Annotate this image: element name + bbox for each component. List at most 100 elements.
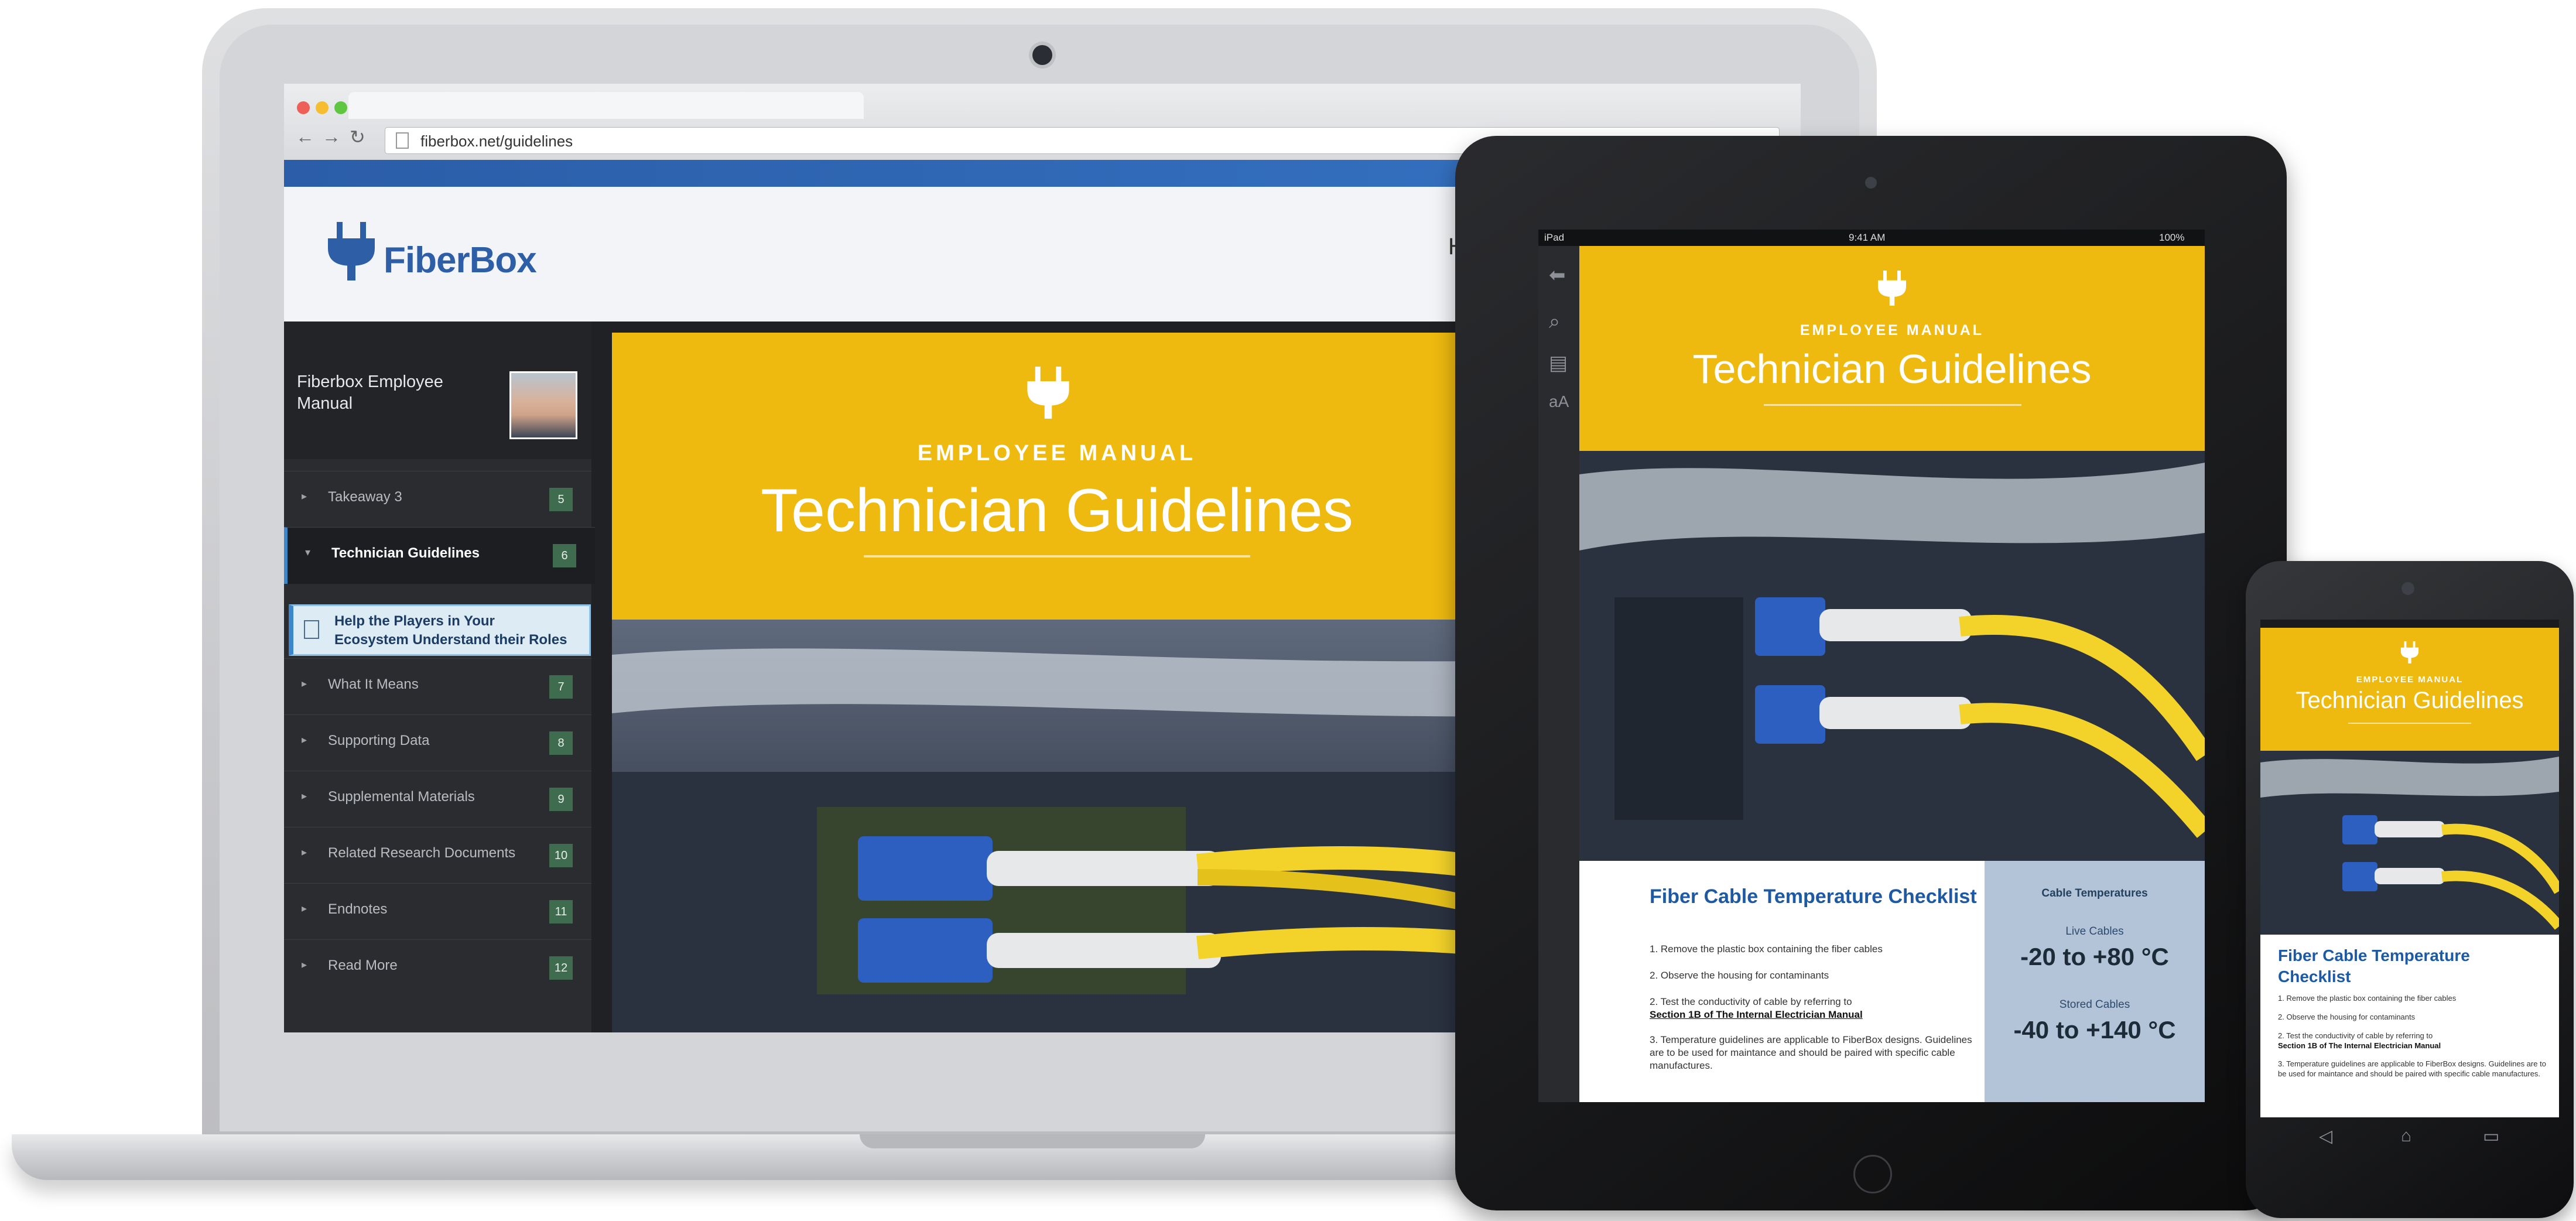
reader-toolbar: ⬅ ⌕ ▤ aA	[1538, 246, 1579, 1102]
page-number-badge: 7	[549, 675, 573, 699]
browser-tab[interactable]	[348, 92, 864, 119]
hero-kicker: EMPLOYEE MANUAL	[917, 441, 1197, 466]
tablet-hero-kicker: EMPLOYEE MANUAL	[1800, 322, 1985, 338]
close-window-button[interactable]	[297, 101, 310, 114]
phone-nav-bar: ◁ ⌂ ▭	[2260, 1126, 2559, 1150]
avatar	[509, 371, 577, 439]
tablet-hero-divider	[1764, 404, 2021, 406]
site-logo[interactable]: FiberBox	[384, 240, 537, 281]
stored-cables-label: Stored Cables	[2059, 998, 2130, 1011]
phone-hero-divider	[2348, 723, 2471, 724]
chevron-right-icon: ▸	[302, 678, 307, 689]
document-icon	[304, 620, 319, 639]
sidebar-item-label: Supporting Data	[328, 733, 430, 748]
home-icon[interactable]: ⌂	[2401, 1126, 2411, 1146]
tablet-device: iPad 9:41 AM 100% ⬅ ⌕ ▤ aA EMPLOYEE MANU…	[1455, 136, 2287, 1210]
manual-link-text[interactable]: Section 1B of The Internal Electrician M…	[2278, 1041, 2441, 1050]
phone-camera	[2401, 582, 2414, 595]
sidebar-item-label: Read More	[328, 957, 398, 973]
checklist-step: 2. Test the conductivity of cable by ref…	[1650, 996, 1852, 1007]
sidebar-item-takeaway-3[interactable]: ▸ Takeaway 3 5	[284, 471, 591, 528]
chevron-down-icon: ▾	[305, 546, 311, 558]
plug-icon	[2400, 641, 2419, 663]
checklist-step: 2. Observe the housing for contaminants	[2278, 1013, 2416, 1021]
fiber-cable-photo	[1579, 451, 2205, 861]
status-bar: iPad 9:41 AM 100%	[1538, 230, 2205, 246]
notes-icon[interactable]: ▤	[1549, 351, 1568, 375]
tablet-hero-title: Technician Guidelines	[1692, 346, 2092, 392]
phone-hero-title: Technician Guidelines	[2296, 688, 2524, 713]
laptop-notch	[860, 1134, 1205, 1148]
sidebar-subitem-label: Help the Players in Your Ecosystem Under…	[334, 613, 567, 648]
sidebar-item-supporting-data[interactable]: ▸ Supporting Data 8	[284, 714, 591, 771]
laptop-camera	[1032, 45, 1052, 65]
tablet-screen: iPad 9:41 AM 100% ⬅ ⌕ ▤ aA EMPLOYEE MANU…	[1538, 230, 2205, 1102]
back-arrow-icon[interactable]: ⬅	[1549, 264, 1566, 287]
back-arrow-icon[interactable]: ←	[296, 126, 314, 148]
sidebar-item-label: Endnotes	[328, 901, 388, 917]
phone-checklist-panel: Fiber Cable Temperature Checklist 1. Rem…	[2260, 935, 2559, 1117]
sidebar-item-label: Technician Guidelines	[331, 545, 480, 561]
maximize-window-button[interactable]	[334, 101, 347, 114]
chevron-right-icon: ▸	[302, 959, 307, 970]
page-number-badge: 9	[549, 788, 573, 811]
back-icon[interactable]: ◁	[2319, 1126, 2332, 1147]
plug-icon	[1027, 367, 1069, 419]
checklist-step: 1. Remove the plastic box containing the…	[1650, 943, 1883, 955]
sidebar-item-related-research[interactable]: ▸ Related Research Documents 10	[284, 827, 591, 884]
sidebar-item-label: What It Means	[328, 676, 419, 692]
fiber-cable-photo	[2260, 751, 2559, 935]
checklist-title: Fiber Cable Temperature Checklist	[1650, 885, 1977, 908]
checklist-title: Fiber Cable Temperature Checklist	[2278, 946, 2470, 986]
sidebar-item-technician-guidelines[interactable]: ▾ Technician Guidelines 6	[284, 527, 595, 584]
manual-link-text[interactable]: Section 1B of The Internal Electrician M…	[1650, 1009, 1863, 1020]
hero-title: Technician Guidelines	[761, 477, 1353, 545]
live-cables-value: -20 to +80 °C	[2020, 943, 2169, 970]
sidebar-item-supplemental-materials[interactable]: ▸ Supplemental Materials 9	[284, 771, 591, 827]
chevron-right-icon: ▸	[302, 902, 307, 914]
plug-icon	[1878, 271, 1906, 306]
text-size-icon[interactable]: aA	[1549, 392, 1569, 411]
recent-apps-icon[interactable]: ▭	[2483, 1126, 2499, 1147]
url-text: fiberbox.net/guidelines	[420, 132, 573, 150]
phone-device: EMPLOYEE MANUAL Technician Guidelines Fi…	[2246, 561, 2574, 1218]
forward-arrow-icon[interactable]: →	[322, 126, 341, 148]
page-number-badge: 6	[553, 544, 576, 567]
sidebar-subitem-active[interactable]: Help the Players in Your Ecosystem Under…	[289, 604, 591, 656]
plug-icon	[328, 222, 375, 281]
page-number-badge: 5	[549, 488, 573, 511]
checklist-link[interactable]: Section 1B of The Internal Electrician M…	[2278, 1041, 2547, 1051]
checklist-step: 3. Temperature guidelines are applicable…	[2278, 1059, 2546, 1078]
sidebar-item-endnotes[interactable]: ▸ Endnotes 11	[284, 883, 591, 940]
checklist-step: 2. Observe the housing for contaminants	[1650, 970, 1829, 981]
page-number-badge: 11	[549, 900, 573, 924]
tablet-home-button[interactable]	[1853, 1155, 1892, 1193]
page-icon	[396, 132, 409, 149]
temperatures-title: Cable Temperatures	[2041, 887, 2148, 899]
stored-cables-value: -40 to +140 °C	[2013, 1016, 2176, 1044]
reload-icon[interactable]: ↻	[350, 126, 365, 148]
sidebar-item-label: Related Research Documents	[328, 845, 516, 861]
cable-temperatures-panel: Cable Temperatures Live Cables -20 to +8…	[1985, 861, 2205, 1102]
sidebar-item-label: Supplemental Materials	[328, 789, 475, 805]
live-cables-label: Live Cables	[2065, 925, 2124, 938]
checklist-step: 3. Temperature guidelines are applicable…	[1650, 1034, 1972, 1071]
status-time: 9:41 AM	[1849, 232, 1886, 243]
search-icon[interactable]: ⌕	[1549, 310, 1560, 333]
tablet-camera	[1865, 177, 1877, 189]
checklist-link[interactable]: Section 1B of The Internal Electrician M…	[1650, 1008, 1978, 1021]
page-number-badge: 12	[549, 956, 573, 980]
page-number-badge: 8	[549, 731, 573, 755]
chevron-right-icon: ▸	[302, 734, 307, 745]
checklist-step: 1. Remove the plastic box containing the…	[2278, 994, 2457, 1003]
hero-divider	[864, 555, 1250, 558]
page-number-badge: 10	[549, 844, 573, 867]
sidebar-item-what-it-means[interactable]: ▸ What It Means 7	[284, 658, 591, 715]
sidebar-item-read-more[interactable]: ▸ Read More 12	[284, 939, 591, 996]
tablet-hero: EMPLOYEE MANUAL Technician Guidelines	[1579, 246, 2205, 451]
status-device: iPad	[1544, 232, 1565, 243]
sidebar-item-label: Takeaway 3	[328, 489, 402, 505]
phone-screen: EMPLOYEE MANUAL Technician Guidelines Fi…	[2260, 620, 2559, 1117]
minimize-window-button[interactable]	[316, 101, 329, 114]
manual-title: Fiberbox Employee Manual	[297, 372, 443, 413]
